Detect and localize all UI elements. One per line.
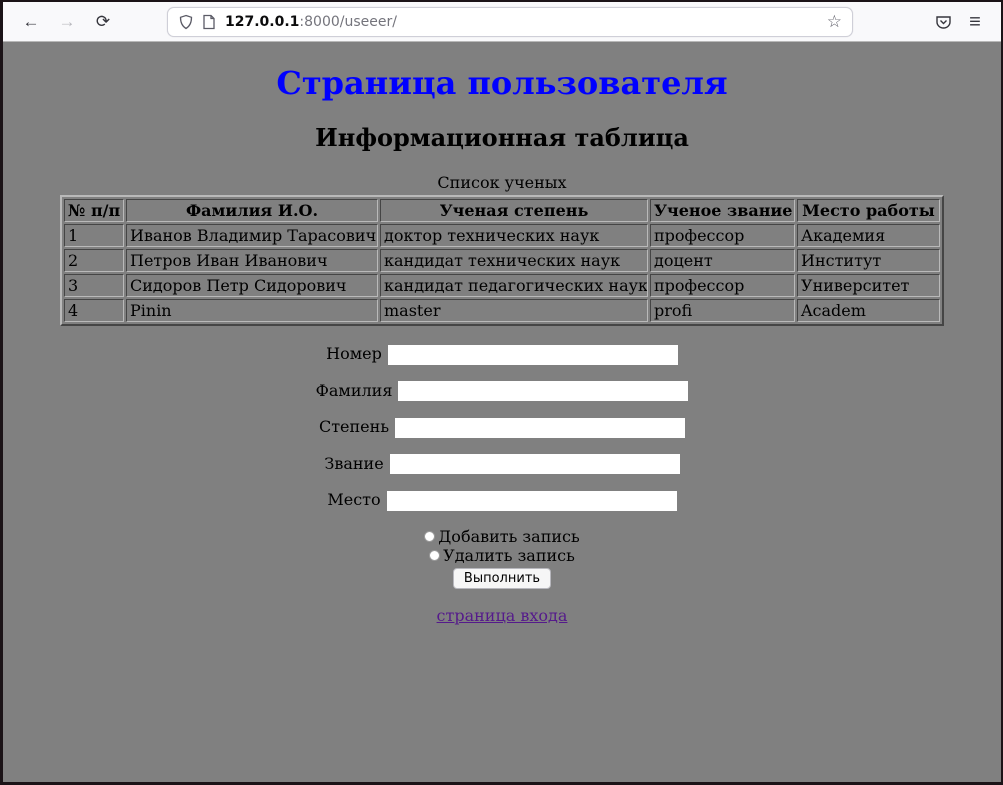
radio-label: Добавить запись bbox=[438, 527, 579, 546]
page-content: Страница пользователя Информационная таб… bbox=[3, 42, 1001, 782]
scientists-table: № п/пФамилия И.О.Ученая степеньУченое зв… bbox=[60, 195, 944, 326]
forward-button[interactable]: → bbox=[52, 7, 82, 37]
section-title: Информационная таблица bbox=[3, 123, 1001, 152]
table-caption: Список ученых bbox=[3, 173, 1001, 192]
menu-icon[interactable]: ≡ bbox=[959, 7, 991, 37]
field-label: Номер bbox=[326, 344, 382, 363]
radio-button-icon[interactable] bbox=[424, 531, 435, 542]
field-input[interactable] bbox=[398, 381, 688, 401]
field-input[interactable] bbox=[395, 418, 685, 438]
browser-toolbar: ← → ⟳ 127.0.0.1:8000/useeer/ ☆ bbox=[3, 2, 1001, 42]
pocket-icon[interactable] bbox=[927, 7, 959, 37]
table-cell: 4 bbox=[64, 299, 124, 322]
form-field-row: Звание bbox=[3, 454, 1001, 475]
table-cell: Иванов Владимир Тарасович bbox=[126, 224, 378, 247]
column-header: Место работы bbox=[797, 199, 940, 222]
table-cell: 1 bbox=[64, 224, 124, 247]
page-title: Страница пользователя bbox=[3, 64, 1001, 102]
table-cell: Сидоров Петр Сидорович bbox=[126, 274, 378, 297]
table-cell: Pinin bbox=[126, 299, 378, 322]
column-header: Фамилия И.О. bbox=[126, 199, 378, 222]
field-label: Место bbox=[327, 490, 380, 509]
field-label: Фамилия bbox=[316, 381, 393, 400]
field-input[interactable] bbox=[388, 345, 678, 365]
execute-button[interactable]: Выполнить bbox=[453, 568, 551, 589]
table-row: 2Петров Иван Ивановичкандидат технически… bbox=[64, 249, 940, 272]
form-field-row: Номер bbox=[3, 344, 1001, 365]
table-row: 1Иванов Владимир Тарасовичдоктор техниче… bbox=[64, 224, 940, 247]
url-host: 127.0.0.1 bbox=[225, 14, 299, 30]
bookmark-star-icon[interactable]: ☆ bbox=[827, 12, 842, 32]
field-input[interactable] bbox=[387, 491, 677, 511]
table-cell: Институт bbox=[797, 249, 940, 272]
login-page-link[interactable]: страница входа bbox=[437, 606, 568, 625]
field-label: Звание bbox=[324, 454, 383, 473]
table-cell: Academ bbox=[797, 299, 940, 322]
table-cell: доцент bbox=[650, 249, 795, 272]
field-input[interactable] bbox=[390, 454, 680, 474]
page-icon bbox=[202, 14, 216, 30]
radio-option[interactable]: Удалить запись bbox=[3, 546, 1001, 565]
back-button[interactable]: ← bbox=[16, 7, 46, 37]
reload-button[interactable]: ⟳ bbox=[88, 7, 118, 37]
shield-icon[interactable] bbox=[178, 14, 194, 30]
table-row: 4PininmasterprofiAcadem bbox=[64, 299, 940, 322]
table-cell: кандидат технических наук bbox=[380, 249, 648, 272]
radio-label: Удалить запись bbox=[443, 546, 575, 565]
table-cell: Академия bbox=[797, 224, 940, 247]
table-row: 3Сидоров Петр Сидоровичкандидат педагоги… bbox=[64, 274, 940, 297]
table-cell: master bbox=[380, 299, 648, 322]
column-header: № п/п bbox=[64, 199, 124, 222]
radio-button-icon[interactable] bbox=[429, 550, 440, 561]
url-text: 127.0.0.1:8000/useeer/ bbox=[225, 14, 397, 30]
table-cell: профессор bbox=[650, 274, 795, 297]
table-cell: 3 bbox=[64, 274, 124, 297]
form-field-row: Место bbox=[3, 490, 1001, 511]
form-field-row: Степень bbox=[3, 417, 1001, 438]
table-cell: кандидат педагогических наук bbox=[380, 274, 648, 297]
form-field-row: Фамилия bbox=[3, 381, 1001, 402]
table-cell: профессор bbox=[650, 224, 795, 247]
url-bar[interactable]: 127.0.0.1:8000/useeer/ ☆ bbox=[167, 7, 853, 37]
browser-window: ← → ⟳ 127.0.0.1:8000/useeer/ ☆ bbox=[0, 0, 1003, 785]
column-header: Ученое звание bbox=[650, 199, 795, 222]
table-cell: Петров Иван Иванович bbox=[126, 249, 378, 272]
table-cell: доктор технических наук bbox=[380, 224, 648, 247]
record-form: Номер Фамилия Степень Звание Место Добавить … bbox=[3, 344, 1001, 589]
url-path: :8000/useeer/ bbox=[299, 14, 397, 30]
table-cell: profi bbox=[650, 299, 795, 322]
radio-option[interactable]: Добавить запись bbox=[3, 527, 1001, 546]
table-cell: 2 bbox=[64, 249, 124, 272]
column-header: Ученая степень bbox=[380, 199, 648, 222]
table-header-row: № п/пФамилия И.О.Ученая степеньУченое зв… bbox=[64, 199, 940, 222]
field-label: Степень bbox=[319, 417, 389, 436]
table-cell: Университет bbox=[797, 274, 940, 297]
